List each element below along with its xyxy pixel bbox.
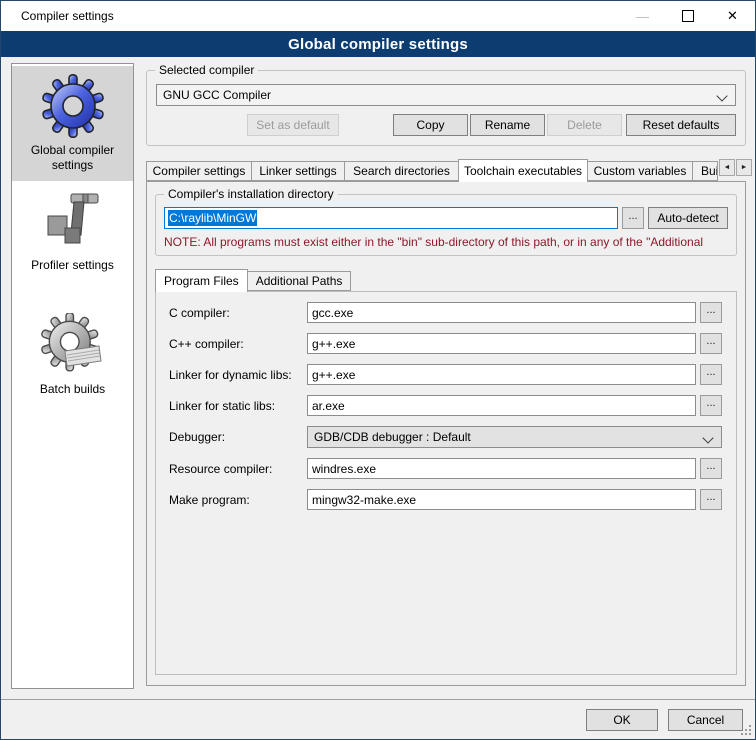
linker-for-dynamic-libs-browse-button[interactable]: ... [700, 364, 722, 385]
settings-category-list: Global compiler settings Profiler settin… [11, 63, 134, 689]
tab-build-options[interactable]: Build options [692, 161, 718, 181]
linker-for-static-libs-input[interactable] [307, 395, 696, 416]
linker-for-static-libs-row: Linker for static libs:... [169, 395, 722, 416]
selected-compiler-group: Selected compiler GNU GCC Compiler Set a… [146, 70, 746, 146]
gear-paper-stack-icon [41, 313, 105, 377]
copy-button[interactable]: Copy [393, 114, 468, 136]
maximize-icon[interactable] [665, 1, 710, 31]
settings-tabstrip: Compiler settingsLinker settingsSearch d… [146, 158, 755, 181]
c-compiler-row: C compiler:... [169, 302, 722, 323]
installation-directory-group: Compiler's installation directory C:\ray… [155, 194, 737, 256]
debugger-label: Debugger: [169, 430, 307, 444]
blue-gear-icon [41, 74, 105, 138]
program-files-page: C compiler:...C++ compiler:...Linker for… [155, 291, 737, 675]
resource-compiler-label: Resource compiler: [169, 462, 307, 476]
program-files-notebook: Program FilesAdditional Paths C compiler… [155, 268, 737, 675]
debugger-value: GDB/CDB debugger : Default [314, 430, 471, 444]
make-program-row: Make program:... [169, 489, 722, 510]
make-program-browse-button[interactable]: ... [700, 489, 722, 510]
auto-detect-button[interactable]: Auto-detect [648, 207, 728, 229]
resize-grip[interactable] [749, 733, 751, 735]
tab-compiler-settings[interactable]: Compiler settings [146, 161, 252, 181]
make-program-label: Make program: [169, 493, 307, 507]
tab-linker-settings[interactable]: Linker settings [251, 161, 345, 181]
tab-additional-paths[interactable]: Additional Paths [247, 271, 352, 291]
chevron-down-icon [716, 90, 727, 101]
tab-custom-variables[interactable]: Custom variables [587, 161, 693, 181]
linker-for-static-libs-browse-button[interactable]: ... [700, 395, 722, 416]
dialog-body: Global compiler settings Profiler settin… [1, 57, 755, 698]
linker-for-dynamic-libs-row: Linker for dynamic libs:... [169, 364, 722, 385]
sidebar-item-label: Global compiler settings [14, 143, 131, 173]
resource-compiler-input[interactable] [307, 458, 696, 479]
linker-for-dynamic-libs-input[interactable] [307, 364, 696, 385]
installation-directory-note: NOTE: All programs must exist either in … [164, 235, 728, 249]
close-icon[interactable]: ✕ [710, 1, 755, 31]
reset-defaults-button[interactable]: Reset defaults [626, 114, 736, 136]
selected-compiler-select[interactable]: GNU GCC Compiler [156, 84, 736, 106]
toolchain-executables-panel: Compiler's installation directory C:\ray… [146, 181, 746, 686]
linker-for-static-libs-label: Linker for static libs: [169, 399, 307, 413]
delete-button: Delete [547, 114, 622, 136]
cpp-compiler-row: C++ compiler:... [169, 333, 722, 354]
sidebar-item-batch-builds[interactable]: Batch builds [12, 305, 133, 405]
dialog-footer: OK Cancel [1, 699, 755, 739]
selected-compiler-value: GNU GCC Compiler [163, 88, 271, 102]
c-compiler-label: C compiler: [169, 306, 307, 320]
cpp-compiler-label: C++ compiler: [169, 337, 307, 351]
ok-button[interactable]: OK [586, 709, 658, 731]
tab-program-files[interactable]: Program Files [155, 269, 248, 292]
sidebar-item-label: Profiler settings [31, 258, 114, 273]
debugger-select[interactable]: GDB/CDB debugger : Default [307, 426, 722, 448]
cpp-compiler-input[interactable] [307, 333, 696, 354]
compiler-actions: Set as default CopyRenameDeleteReset defa… [156, 114, 736, 136]
minimize-icon: — [620, 1, 665, 31]
rename-button[interactable]: Rename [470, 114, 545, 136]
installation-directory-group-label: Compiler's installation directory [164, 187, 338, 201]
titlebar: Compiler settings — ✕ [1, 1, 755, 31]
tab-scroll-left-icon[interactable]: ◄ [719, 159, 735, 176]
tab-search-directories[interactable]: Search directories [344, 161, 459, 181]
selected-compiler-group-label: Selected compiler [155, 63, 258, 77]
debugger-row: Debugger: GDB/CDB debugger : Default [169, 426, 722, 448]
installation-directory-input[interactable]: C:\raylib\MinGW [164, 207, 618, 229]
chevron-down-icon [702, 432, 713, 443]
sidebar-item-global-compiler-settings[interactable]: Global compiler settings [12, 66, 133, 181]
window-controls: — ✕ [620, 1, 755, 31]
page-title: Global compiler settings [1, 31, 755, 57]
sidebar-item-profiler-settings[interactable]: Profiler settings [12, 181, 133, 281]
cancel-button[interactable]: Cancel [668, 709, 743, 731]
resource-compiler-row: Resource compiler:... [169, 458, 722, 479]
set-as-default-button: Set as default [247, 114, 339, 136]
caliper-tool-icon [41, 189, 105, 253]
tab-scroll-right-icon[interactable]: ► [736, 159, 752, 176]
settings-content: Selected compiler GNU GCC Compiler Set a… [146, 63, 746, 686]
installation-directory-browse-button[interactable]: ... [622, 207, 644, 229]
cpp-compiler-browse-button[interactable]: ... [700, 333, 722, 354]
resource-compiler-browse-button[interactable]: ... [700, 458, 722, 479]
sidebar-item-label: Batch builds [40, 382, 105, 397]
tab-toolchain-executables[interactable]: Toolchain executables [458, 159, 588, 182]
make-program-input[interactable] [307, 489, 696, 510]
program-files-tabstrip: Program FilesAdditional Paths [155, 268, 737, 291]
installation-directory-value: C:\raylib\MinGW [168, 210, 257, 226]
c-compiler-browse-button[interactable]: ... [700, 302, 722, 323]
compiler-settings-dialog: Compiler settings — ✕ Global compiler se… [0, 0, 756, 740]
c-compiler-input[interactable] [307, 302, 696, 323]
window-title: Compiler settings [1, 9, 114, 23]
linker-for-dynamic-libs-label: Linker for dynamic libs: [169, 368, 307, 382]
